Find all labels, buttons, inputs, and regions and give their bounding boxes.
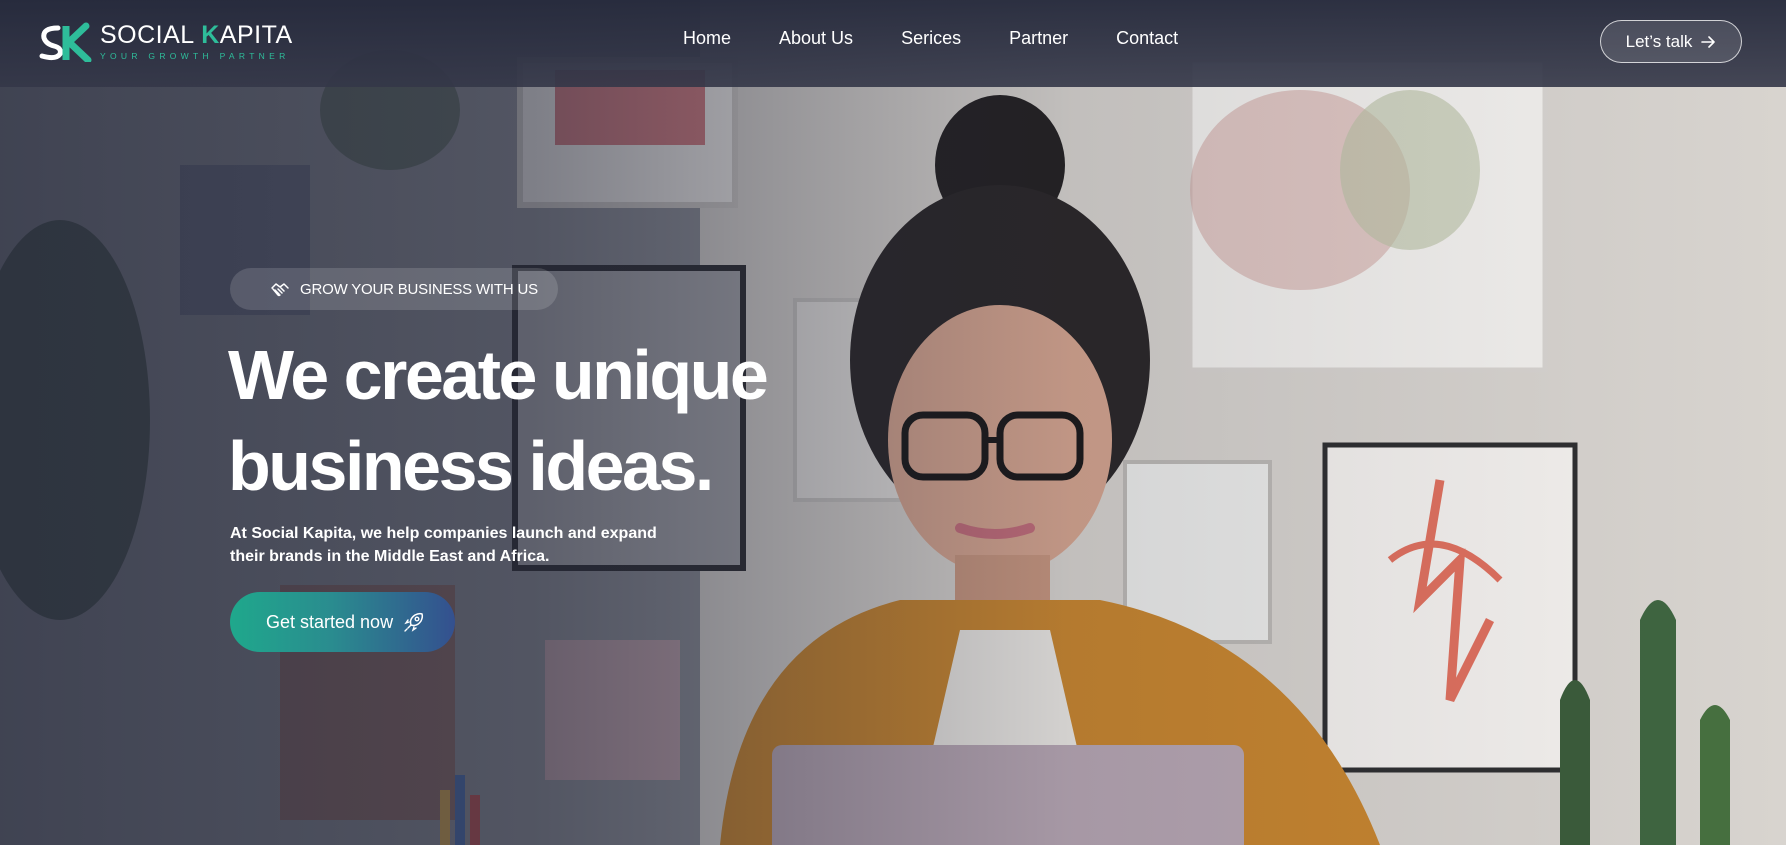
- site-header: SOCIAL KAPITA YOUR GROWTH PARTNER Home A…: [0, 0, 1786, 87]
- get-started-label: Get started now: [266, 611, 394, 632]
- logo-mark-icon: [39, 22, 92, 62]
- hero-badge: GROW YOUR BUSINESS WITH US: [230, 268, 558, 310]
- hero-headline: We create unique business ideas.: [228, 330, 848, 512]
- hero-subtext: At Social Kapita, we help companies laun…: [230, 525, 657, 565]
- lets-talk-button[interactable]: Let’s talk: [1600, 20, 1742, 63]
- lets-talk-label: Let’s talk: [1625, 31, 1693, 51]
- get-started-button[interactable]: Get started now: [230, 592, 455, 652]
- brand-name: SOCIAL KAPITA: [100, 21, 293, 50]
- nav-item-services[interactable]: Serices: [901, 28, 961, 49]
- nav-item-contact[interactable]: Contact: [1116, 28, 1178, 49]
- brand-logo[interactable]: SOCIAL KAPITA YOUR GROWTH PARTNER: [36, 20, 293, 64]
- hero-headline-line-2: business ideas.: [228, 427, 714, 505]
- hero-section: SOCIAL KAPITA YOUR GROWTH PARTNER Home A…: [0, 0, 1786, 845]
- hero-headline-line-1: We create unique: [228, 336, 769, 414]
- brand-tagline: YOUR GROWTH PARTNER: [100, 51, 290, 62]
- arrow-right-icon: [1701, 35, 1716, 48]
- main-nav: Home About Us Serices Partner Contact: [683, 28, 1178, 49]
- nav-item-partner[interactable]: Partner: [1009, 28, 1068, 49]
- hero-badge-text: GROW YOUR BUSINESS WITH US: [300, 280, 538, 298]
- nav-item-home[interactable]: Home: [683, 28, 731, 49]
- rocket-icon: [404, 612, 424, 632]
- nav-item-about-us[interactable]: About Us: [779, 28, 853, 49]
- handshake-icon: [271, 283, 289, 297]
